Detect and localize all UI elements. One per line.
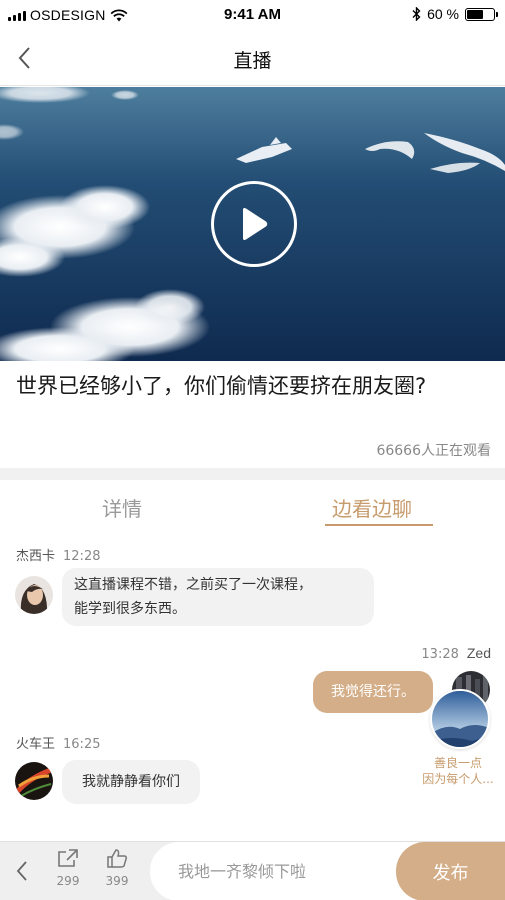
share-button[interactable]: 299 xyxy=(50,848,86,888)
like-button[interactable]: 399 xyxy=(99,848,135,888)
section-divider xyxy=(0,468,505,480)
like-count: 399 xyxy=(105,874,129,888)
thumbs-up-icon xyxy=(107,849,128,868)
play-button[interactable] xyxy=(211,181,297,267)
status-bar: OSDESIGN 9:41 AM 60 % xyxy=(0,0,505,30)
sender-name: 杰西卡 xyxy=(16,549,56,564)
message-meta: 13:28 Zed xyxy=(421,645,491,662)
status-right: 60 % xyxy=(412,6,498,22)
user-avatar-image xyxy=(15,762,53,800)
video-player[interactable] xyxy=(0,87,505,361)
landscape-image xyxy=(432,691,488,747)
message-text: 能学到很多东西。 xyxy=(74,601,186,617)
promo-line: 善良一点 xyxy=(433,756,482,770)
message-time: 16:25 xyxy=(63,737,101,752)
publish-button[interactable]: 发布 xyxy=(396,842,505,900)
video-title: 世界已经够小了，你们偷情还要挤在朋友圈? xyxy=(16,374,427,398)
battery-percent: 60 % xyxy=(427,6,459,22)
share-count: 299 xyxy=(56,874,80,888)
message-meta: 火车王 16:25 xyxy=(16,733,100,752)
tab-details[interactable]: 详情 xyxy=(102,493,142,522)
promo-line: 因为每个人... xyxy=(422,772,494,786)
message-bubble: 这直播课程不错，之前买了一次课程， 能学到很多东西。 xyxy=(62,568,374,626)
page-title: 直播 xyxy=(233,50,272,72)
promo-caption[interactable]: 善良一点 因为每个人... xyxy=(412,755,504,787)
share-icon xyxy=(58,849,78,867)
avatar[interactable] xyxy=(15,762,53,800)
message-text: 我就静静看你们 xyxy=(82,774,180,790)
battery-icon xyxy=(465,7,498,21)
sender-name: 火车王 xyxy=(16,737,56,752)
message-time: 13:28 xyxy=(421,647,459,662)
user-avatar-image xyxy=(15,576,53,614)
nav-bar: 直播 xyxy=(0,30,505,86)
chevron-left-icon xyxy=(16,861,27,881)
message-bubble: 我就静静看你们 xyxy=(62,760,200,804)
collapse-button[interactable] xyxy=(8,856,36,886)
avatar[interactable] xyxy=(15,576,53,614)
comment-bar: 299 399 发布 xyxy=(0,841,505,900)
battery-level xyxy=(467,9,483,19)
tab-chat[interactable]: 边看边聊 xyxy=(332,493,412,522)
message-text: 这直播课程不错，之前买了一次课程， xyxy=(74,577,312,593)
message-meta: 杰西卡 12:28 xyxy=(16,545,100,564)
message-text: 我觉得还行。 xyxy=(331,684,415,700)
viewer-count: 66666人正在观看 xyxy=(376,443,491,459)
comment-input[interactable] xyxy=(150,842,418,900)
sender-name: Zed xyxy=(466,645,491,661)
play-icon xyxy=(243,208,268,240)
promo-thumbnail[interactable] xyxy=(430,689,490,749)
message-bubble: 我觉得还行。 xyxy=(313,671,433,713)
bluetooth-icon xyxy=(412,7,421,21)
message-time: 12:28 xyxy=(63,549,101,564)
active-tab-indicator xyxy=(325,524,433,526)
